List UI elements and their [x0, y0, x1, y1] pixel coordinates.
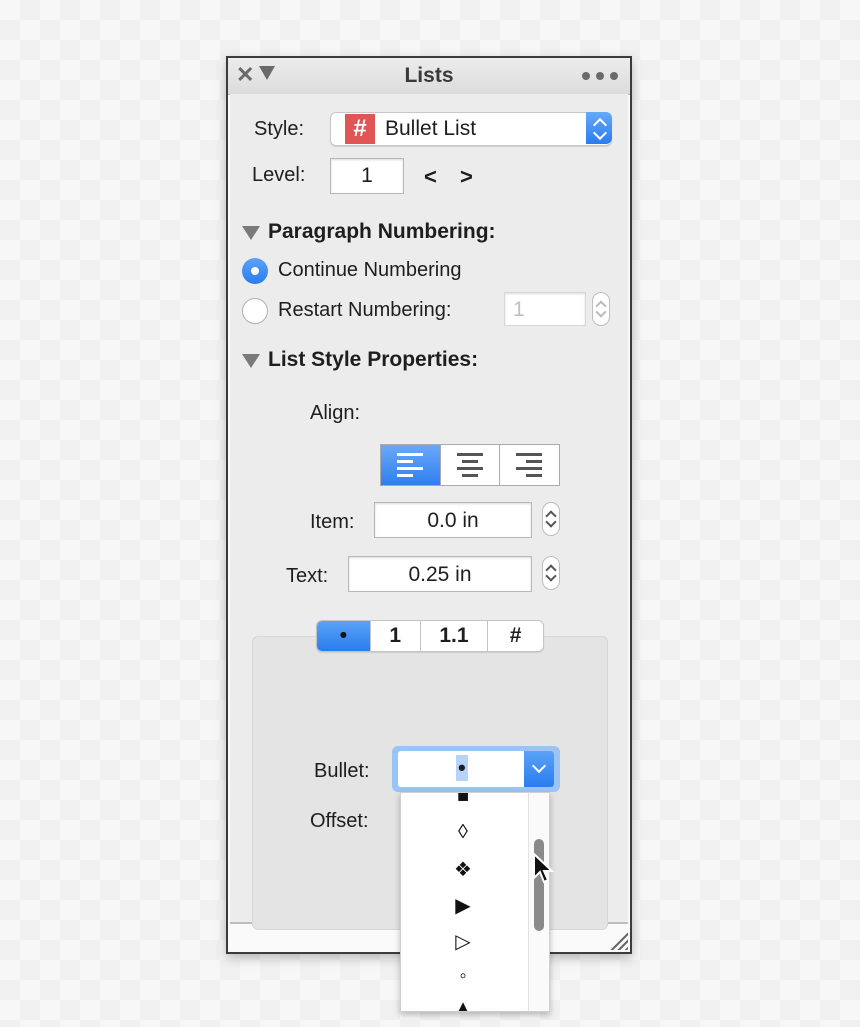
- text-label: Text:: [286, 565, 329, 587]
- align-center-icon: [456, 453, 483, 481]
- bullet-dropdown-list[interactable]: ■ ◊ ❖ ▶ ▷ ◦ ▲: [400, 792, 550, 1012]
- lists-window: ✕ Lists Style: # Bullet List Level: 1 < …: [226, 56, 632, 1012]
- level-prev-button[interactable]: <: [424, 164, 437, 190]
- bullet-option-up-triangle[interactable]: ▲: [401, 997, 525, 1011]
- text-field[interactable]: 0.25 in: [348, 556, 532, 592]
- align-segmented-control[interactable]: [380, 444, 560, 486]
- item-label: Item:: [310, 511, 355, 533]
- hash-icon: #: [345, 114, 375, 144]
- text-stepper[interactable]: [542, 556, 560, 590]
- item-stepper[interactable]: [542, 502, 560, 536]
- level-label: Level:: [252, 164, 306, 186]
- tab-bullet[interactable]: •: [317, 621, 371, 651]
- paragraph-numbering-title: Paragraph Numbering:: [268, 220, 496, 243]
- continue-numbering-label: Continue Numbering: [278, 259, 462, 281]
- restart-stepper[interactable]: [592, 292, 610, 326]
- popup-stepper-icon: [586, 112, 612, 144]
- style-value: Bullet List: [385, 117, 477, 140]
- align-label: Align:: [310, 402, 361, 424]
- mouse-cursor-icon: [533, 852, 554, 884]
- tab-outline[interactable]: 1.1: [421, 621, 489, 651]
- disclosure-triangle-icon[interactable]: [242, 226, 260, 240]
- level-next-button[interactable]: >: [460, 164, 473, 190]
- dropdown-scrollbar[interactable]: [528, 793, 549, 1011]
- window-title: Lists: [404, 64, 454, 87]
- restart-numbering-label: Restart Numbering:: [278, 299, 452, 321]
- title-bar: ✕ Lists: [228, 58, 630, 95]
- tab-custom[interactable]: #: [488, 621, 543, 651]
- tab-number[interactable]: 1: [371, 621, 421, 651]
- bullet-option-square[interactable]: ■: [401, 793, 525, 808]
- align-right-button[interactable]: [500, 445, 559, 485]
- align-left-icon: [397, 453, 423, 481]
- bullet-option-lozenge[interactable]: ◊: [401, 821, 525, 844]
- numbering-type-tabs[interactable]: • 1 1.1 #: [316, 620, 544, 652]
- restart-number-field[interactable]: 1: [504, 292, 586, 326]
- align-left-button[interactable]: [381, 445, 441, 485]
- disclosure-triangle-icon[interactable]: [242, 354, 260, 368]
- bullet-label: Bullet:: [314, 760, 370, 782]
- offset-label: Offset:: [310, 810, 369, 832]
- restart-numbering-radio[interactable]: [242, 298, 268, 324]
- align-center-button[interactable]: [441, 445, 501, 485]
- style-popup[interactable]: # Bullet List: [330, 112, 612, 146]
- item-field[interactable]: 0.0 in: [374, 502, 532, 538]
- bullet-option-circle[interactable]: ◦: [401, 965, 525, 988]
- bullet-option-open-triangle[interactable]: ▷: [401, 929, 525, 954]
- bullet-option-diamond[interactable]: ❖: [401, 857, 525, 882]
- continue-numbering-radio[interactable]: [242, 258, 268, 284]
- bullet-combo-box[interactable]: •: [398, 751, 554, 787]
- more-options-icon[interactable]: [582, 72, 618, 80]
- resize-grip-icon[interactable]: [610, 932, 628, 950]
- list-style-properties-title: List Style Properties:: [268, 348, 479, 371]
- bullet-option-triangle[interactable]: ▶: [401, 893, 525, 918]
- inspector-content: Style: # Bullet List Level: 1 < > Paragr…: [230, 94, 628, 1012]
- style-label: Style:: [254, 118, 305, 140]
- level-field[interactable]: 1: [330, 158, 404, 194]
- bullet-value: •: [456, 755, 468, 781]
- align-right-icon: [516, 453, 543, 481]
- chevron-down-icon[interactable]: [524, 751, 554, 787]
